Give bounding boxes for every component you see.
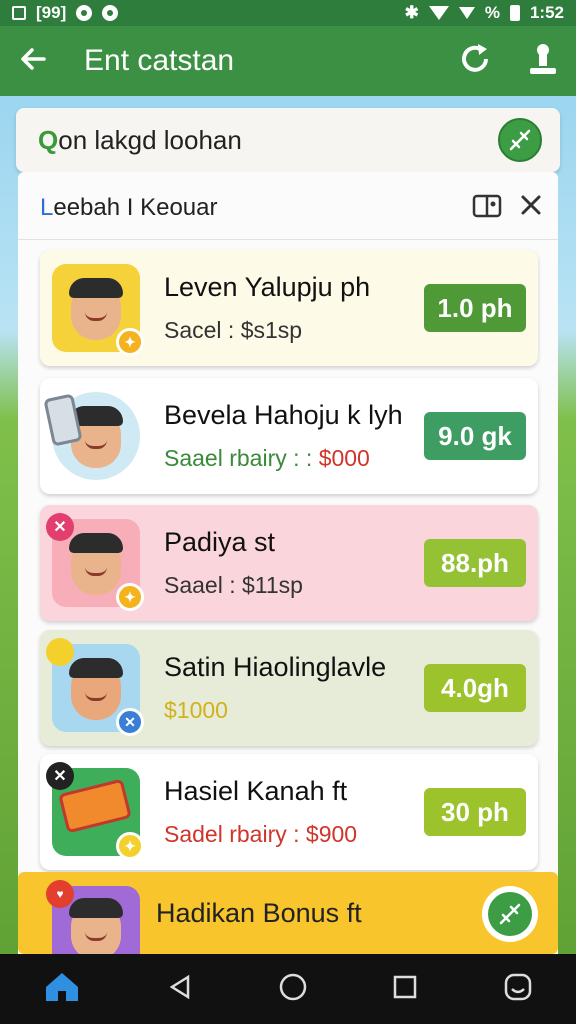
back-triangle-icon[interactable] — [166, 973, 194, 1006]
filter-row: Leebah I Keouar — [18, 176, 558, 240]
search-card[interactable]: Qon lakgd loohan — [16, 108, 560, 172]
item-name: Padiya st — [164, 527, 276, 557]
record-icon — [102, 5, 119, 21]
app-notification-icon — [76, 5, 93, 21]
link-icon — [509, 129, 531, 151]
item-sub: Saael : $11sp — [164, 572, 303, 598]
avatar-face — [69, 898, 123, 954]
price-button[interactable]: 30 ph — [424, 788, 526, 836]
item-sub: Sadel rbairy : $900 — [164, 821, 358, 847]
item-sub: Saael rbairy : : $000 — [164, 445, 370, 471]
item-sub: Sacel : $s1sp — [164, 317, 303, 343]
tools-badge-icon: ✕ — [116, 708, 144, 736]
avatar-face — [69, 533, 123, 595]
sale-tag-icon — [58, 778, 132, 834]
item-sub: $1000 — [164, 697, 228, 723]
price-button[interactable]: 1.0 ph — [424, 284, 526, 332]
close-badge-icon: ✕ — [46, 513, 74, 541]
cell-signal-icon — [458, 7, 475, 19]
filter-label: Leebah I Keouar — [40, 193, 218, 221]
avatar-face — [69, 278, 123, 340]
signal-percent: % — [484, 3, 500, 22]
wifi-icon — [428, 6, 449, 20]
back-arrow-icon[interactable] — [18, 44, 48, 79]
item-name: Leven Yalupju ph — [164, 272, 371, 302]
link-icon — [499, 903, 521, 925]
coin-badge-icon: ✦ — [116, 832, 144, 860]
avatar: ✕ ✦ — [46, 762, 144, 860]
item-name: Hasiel Kanah ft — [164, 776, 348, 806]
avatar: ✕ ✦ — [46, 513, 144, 611]
clock: 1:52 — [529, 3, 564, 22]
home-icon[interactable] — [42, 969, 82, 1010]
search-text: Qon lakgd loohan — [38, 124, 242, 155]
price-button[interactable]: 4.0gh — [424, 664, 526, 712]
list-item[interactable]: ✦ Leven Yalupju ph Sacel : $s1sp 1.0 ph — [40, 250, 538, 366]
bonus-action-button[interactable] — [482, 886, 538, 942]
phone-icon — [43, 393, 83, 447]
link-button[interactable] — [498, 118, 542, 162]
avatar — [43, 392, 140, 480]
avatar: ✦ — [52, 264, 144, 356]
bluetooth-icon: ✱ — [404, 3, 419, 22]
coin-badge-icon: ✦ — [116, 583, 144, 611]
status-bar: [99] ✱ % 1:52 — [0, 0, 576, 26]
list-item[interactable]: ✕ ✦ Hasiel Kanah ft Sadel rbairy : $900 … — [40, 754, 538, 870]
bonus-avatar: ♥ — [46, 880, 140, 954]
notification-icon — [12, 6, 26, 20]
status-left-text: [99] — [36, 3, 67, 22]
star-badge-icon — [46, 638, 74, 666]
download-icon[interactable] — [528, 42, 558, 81]
avatar-face — [69, 658, 123, 720]
refresh-icon[interactable] — [458, 42, 492, 81]
list-item[interactable]: Bevela Hahoju k lyh Saael rbairy : : $00… — [40, 378, 538, 494]
recents-square-icon[interactable] — [392, 974, 418, 1005]
close-badge-icon: ✕ — [46, 762, 74, 790]
avatar: ✕ — [46, 638, 144, 736]
circle-home-icon[interactable] — [278, 972, 308, 1007]
price-button[interactable]: 88.ph — [424, 539, 526, 587]
bonus-bar[interactable]: ♥ Hadikan Bonus ft — [18, 872, 558, 954]
close-icon[interactable] — [520, 194, 542, 221]
bonus-title: Hadikan Bonus ft — [156, 897, 362, 928]
page-title: Ent catstan — [84, 44, 235, 77]
item-name: Satin Hiaolinglavle — [164, 652, 387, 682]
battery-icon — [509, 5, 520, 21]
camera-folder-icon[interactable] — [472, 192, 502, 223]
item-name: Bevela Hahoju k lyh — [164, 400, 403, 430]
coin-badge-icon: ✦ — [116, 328, 144, 356]
list-item[interactable]: ✕ ✦ Padiya st Saael : $11sp 88.ph — [40, 505, 538, 621]
system-nav-bar — [0, 954, 576, 1024]
list-item[interactable]: ✕ Satin Hiaolinglavle $1000 4.0gh — [40, 630, 538, 746]
heart-badge-icon: ♥ — [46, 880, 74, 908]
assistant-icon[interactable] — [502, 971, 534, 1008]
app-bar: Ent catstan — [0, 26, 576, 96]
price-button[interactable]: 9.0 gk — [424, 412, 526, 460]
